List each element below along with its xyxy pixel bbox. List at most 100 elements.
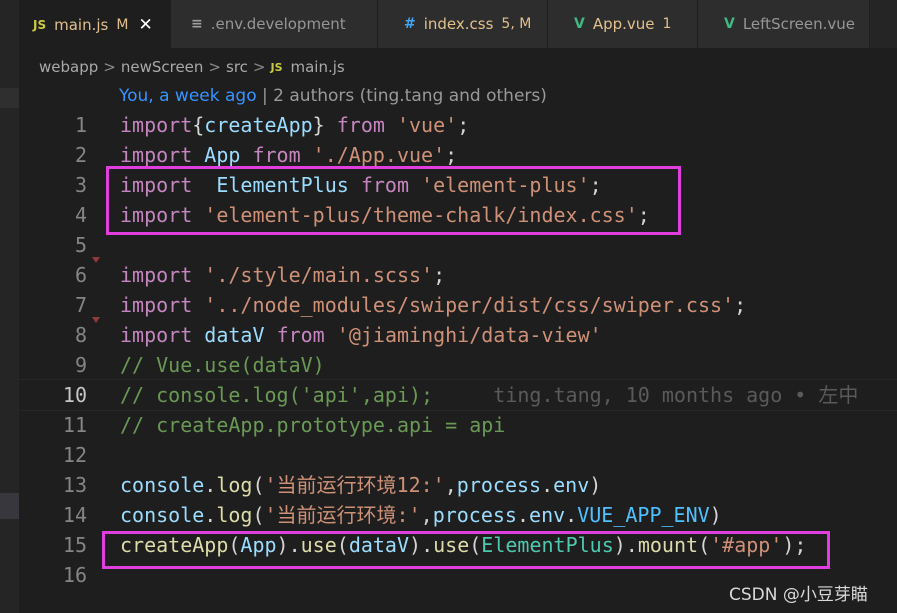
- code-line[interactable]: 9 // Vue.use(dataV): [19, 350, 897, 380]
- line-number: 7: [74, 293, 87, 317]
- code-token: '../node_modules/swiper/dist/css/swiper.…: [192, 293, 735, 317]
- code-line[interactable]: 13 console.log('当前运行环境12:',process.env): [19, 470, 897, 500]
- codelens-author[interactable]: You, a week ago: [119, 86, 257, 106]
- code-token: (: [252, 503, 265, 527]
- breakpoint-marker-icon: [92, 317, 100, 323]
- code-token: {: [192, 113, 205, 137]
- css-file-icon: #: [404, 16, 416, 32]
- code-line[interactable]: 10 // console.log('api',api); ting.tang, …: [18, 379, 897, 411]
- line-number: 15: [62, 533, 87, 557]
- git-blame-codelens[interactable]: You, a week ago | 2 authors (ting.tang a…: [119, 86, 547, 108]
- line-number: 3: [74, 173, 87, 197]
- breadcrumb-item[interactable]: webapp: [39, 58, 98, 76]
- tab-main-js[interactable]: JS main.js M ✕: [19, 0, 171, 48]
- line-number: 10: [62, 383, 87, 407]
- code-token: ;: [734, 293, 747, 317]
- codelens-authors[interactable]: 2 authors (ting.tang and others): [273, 86, 547, 106]
- code-token: import: [120, 323, 193, 347]
- highlight-box-imports: [106, 166, 681, 235]
- code-token: .: [541, 473, 554, 497]
- line-number: 12: [62, 443, 87, 467]
- code-token: VUE_APP_ENV: [577, 503, 710, 527]
- code-token: log: [216, 473, 253, 497]
- code-token: process: [456, 473, 542, 497]
- line-number: 9: [74, 353, 87, 377]
- breadcrumb-item[interactable]: src: [226, 58, 248, 76]
- code-token: // console.log('api',api);: [120, 383, 434, 407]
- code-token: ): [709, 503, 722, 527]
- javascript-file-icon: JS: [33, 18, 47, 32]
- code-token: ): [589, 473, 602, 497]
- code-token: import: [120, 143, 193, 167]
- code-token: .: [204, 503, 217, 527]
- code-token: import: [120, 263, 193, 287]
- code-token: '当前运行环境:': [264, 503, 421, 527]
- code-token: createApp: [204, 113, 313, 137]
- code-token: from: [336, 113, 385, 137]
- settings-file-icon: ≡: [191, 16, 203, 32]
- code-token: './App.vue': [300, 143, 446, 167]
- code-token: './style/main.scss': [192, 263, 434, 287]
- tab-leftscreen-vue[interactable]: V LeftScreen.vue: [698, 0, 870, 48]
- code-token: '@jiaminghi/data-view': [324, 323, 602, 347]
- code-line[interactable]: 6 import './style/main.scss';: [19, 260, 897, 290]
- breakpoint-marker-icon: [92, 257, 100, 263]
- code-token: App: [204, 143, 241, 167]
- code-line[interactable]: 14 console.log('当前运行环境:',process.env.VUE_…: [19, 500, 897, 530]
- code-token: .: [565, 503, 578, 527]
- close-icon[interactable]: ✕: [138, 15, 152, 35]
- activity-item-active[interactable]: [0, 493, 19, 519]
- code-token: env: [553, 473, 590, 497]
- code-line[interactable]: 8 import dataV from '@jiaminghi/data-view…: [19, 320, 897, 350]
- code-line[interactable]: 12: [19, 440, 897, 470]
- code-token: log: [216, 503, 253, 527]
- vue-file-icon: V: [724, 16, 735, 32]
- tab-label: index.css: [423, 15, 494, 33]
- code-token: // Vue.use(dataV): [120, 353, 325, 377]
- line-number: 6: [74, 263, 87, 287]
- code-token: ,: [420, 503, 433, 527]
- code-token: ;: [445, 143, 458, 167]
- code-token: '当前运行环境12:': [264, 473, 445, 497]
- code-text: console.log('当前运行环境12:',process.env): [120, 470, 601, 500]
- tab-label: LeftScreen.vue: [742, 15, 856, 33]
- highlight-box-mount: [102, 531, 830, 569]
- code-token: console: [120, 473, 205, 497]
- tab-status: M: [116, 17, 129, 33]
- line-number: 14: [62, 503, 87, 527]
- breadcrumb-item[interactable]: main.js: [291, 58, 345, 76]
- line-number: 13: [62, 473, 87, 497]
- code-token: 'vue': [384, 113, 458, 137]
- breadcrumb-item[interactable]: newScreen: [121, 58, 204, 76]
- line-number: 4: [74, 203, 87, 227]
- vue-file-icon: V: [574, 16, 585, 32]
- code-token: console: [120, 503, 205, 527]
- code-token: ,: [444, 473, 457, 497]
- code-text: // console.log('api',api); ting.tang, 10…: [120, 380, 858, 410]
- activity-item[interactable]: [0, 88, 19, 108]
- line-number: 8: [74, 323, 87, 347]
- tab-label: App.vue: [592, 15, 655, 33]
- line-number: 2: [74, 143, 87, 167]
- code-text: // Vue.use(dataV): [120, 350, 325, 380]
- line-number: 1: [74, 113, 87, 137]
- breadcrumb: webapp > newScreen > src > JS main.js: [39, 56, 345, 78]
- editor-tab-bar: JS main.js M ✕ ≡ .env.development # inde…: [19, 0, 897, 49]
- code-text: console.log('当前运行环境:',process.env.VUE_AP…: [120, 500, 722, 530]
- code-token: }: [312, 113, 337, 137]
- code-line[interactable]: 11 // createApp.prototype.api = api: [19, 410, 897, 440]
- tab-env-development[interactable]: ≡ .env.development: [171, 0, 378, 48]
- tab-index-css[interactable]: # index.css 5, M: [378, 0, 548, 48]
- code-token: from: [252, 143, 301, 167]
- code-text: import{createApp} from 'vue';: [120, 110, 469, 140]
- tab-app-vue[interactable]: V App.vue 1: [548, 0, 698, 48]
- watermark: CSDN @小豆芽瞄: [729, 585, 868, 605]
- chevron-right-icon: >: [103, 58, 116, 76]
- javascript-file-icon: JS: [270, 60, 283, 74]
- code-token: ;: [433, 263, 446, 287]
- code-line[interactable]: 1 import{createApp} from 'vue';: [19, 110, 897, 140]
- code-line[interactable]: 7 import '../node_modules/swiper/dist/css…: [19, 290, 897, 320]
